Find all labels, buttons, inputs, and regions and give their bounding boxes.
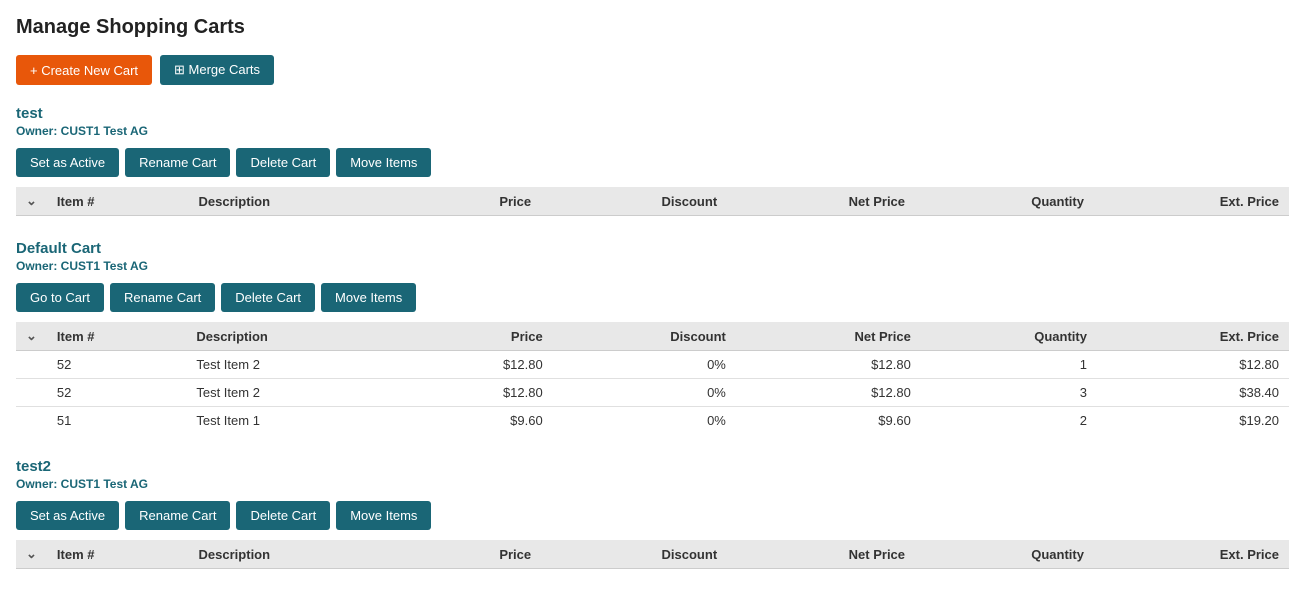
row-chevron [16, 379, 47, 407]
merge-carts-button[interactable]: ⊞ Merge Carts [160, 55, 274, 85]
cart-table-test2: ⌄Item #DescriptionPriceDiscountNet Price… [16, 540, 1289, 569]
carts-container: testOwner: CUST1 Test AGSet as ActiveRen… [16, 105, 1289, 569]
col-header-quantity: Quantity [915, 187, 1094, 216]
col-header-ext.-price: Ext. Price [1094, 187, 1289, 216]
cart-owner-default-cart: Owner: CUST1 Test AG [16, 259, 1289, 273]
cart-rename-test2[interactable]: Rename Cart [125, 501, 230, 530]
cart-table-default-cart: ⌄Item #DescriptionPriceDiscountNet Price… [16, 322, 1289, 434]
cell-discount: 0% [553, 351, 736, 379]
chevron-header: ⌄ [16, 187, 47, 216]
col-header-net-price: Net Price [736, 322, 921, 351]
cell-discount: 0% [553, 407, 736, 435]
table-row: 51Test Item 1$9.600%$9.602$19.20 [16, 407, 1289, 435]
cell-ext.-price: $38.40 [1097, 379, 1289, 407]
cart-name-default-cart: Default Cart [16, 240, 1289, 257]
col-header-description: Description [189, 540, 414, 569]
cell-price: $12.80 [408, 351, 553, 379]
row-chevron [16, 407, 47, 435]
table-row: 52Test Item 2$12.800%$12.803$38.40 [16, 379, 1289, 407]
col-header-ext.-price: Ext. Price [1097, 322, 1289, 351]
cell-net-price: $12.80 [736, 379, 921, 407]
cart-delete-test2[interactable]: Delete Cart [236, 501, 330, 530]
cell-discount: 0% [553, 379, 736, 407]
cell-quantity: 3 [921, 379, 1097, 407]
cell-net-price: $9.60 [736, 407, 921, 435]
col-header-quantity: Quantity [921, 322, 1097, 351]
cart-owner-test2: Owner: CUST1 Test AG [16, 477, 1289, 491]
col-header-price: Price [414, 187, 541, 216]
table-row: 52Test Item 2$12.800%$12.801$12.80 [16, 351, 1289, 379]
col-header-price: Price [408, 322, 553, 351]
cell-description: Test Item 2 [186, 379, 408, 407]
col-header-item-#: Item # [47, 540, 189, 569]
col-header-quantity: Quantity [915, 540, 1094, 569]
cart-owner-test: Owner: CUST1 Test AG [16, 124, 1289, 138]
chevron-header: ⌄ [16, 322, 47, 351]
cart-actions-test: Set as ActiveRename CartDelete CartMove … [16, 148, 1289, 177]
cell-ext.-price: $12.80 [1097, 351, 1289, 379]
cell-price: $9.60 [408, 407, 553, 435]
col-header-net-price: Net Price [727, 540, 915, 569]
cart-section-test: test Owner: CUST1 Test AG Set as ActiveRen… [16, 105, 1289, 216]
cell-item-#: 52 [47, 351, 186, 379]
col-header-discount: Discount [541, 540, 727, 569]
cell-quantity: 1 [921, 351, 1097, 379]
cart-delete-test[interactable]: Delete Cart [236, 148, 330, 177]
cell-description: Test Item 2 [186, 351, 408, 379]
cell-net-price: $12.80 [736, 351, 921, 379]
cart-name-test2: test2 [16, 458, 1289, 475]
create-new-cart-button[interactable]: + Create New Cart [16, 55, 152, 85]
cart-section-test2: test2 Owner: CUST1 Test AG Set as ActiveRe… [16, 458, 1289, 569]
cell-ext.-price: $19.20 [1097, 407, 1289, 435]
col-header-description: Description [189, 187, 414, 216]
cart-primary-action-test2[interactable]: Set as Active [16, 501, 119, 530]
col-header-discount: Discount [541, 187, 727, 216]
cart-move-test2[interactable]: Move Items [336, 501, 431, 530]
cell-item-#: 52 [47, 379, 186, 407]
cell-description: Test Item 1 [186, 407, 408, 435]
row-chevron [16, 351, 47, 379]
col-header-item-#: Item # [47, 187, 189, 216]
cart-actions-default-cart: Go to CartRename CartDelete CartMove Ite… [16, 283, 1289, 312]
cart-rename-default-cart[interactable]: Rename Cart [110, 283, 215, 312]
chevron-header: ⌄ [16, 540, 47, 569]
cart-section-default-cart: Default Cart Owner: CUST1 Test AG Go to Ca… [16, 240, 1289, 434]
col-header-net-price: Net Price [727, 187, 915, 216]
cart-table-test: ⌄Item #DescriptionPriceDiscountNet Price… [16, 187, 1289, 216]
cart-name-test: test [16, 105, 1289, 122]
cell-item-#: 51 [47, 407, 186, 435]
main-toolbar: + Create New Cart ⊞ Merge Carts [16, 55, 1289, 85]
col-header-ext.-price: Ext. Price [1094, 540, 1289, 569]
cart-move-default-cart[interactable]: Move Items [321, 283, 416, 312]
col-header-item-#: Item # [47, 322, 186, 351]
cell-quantity: 2 [921, 407, 1097, 435]
cart-primary-action-default-cart[interactable]: Go to Cart [16, 283, 104, 312]
cart-actions-test2: Set as ActiveRename CartDelete CartMove … [16, 501, 1289, 530]
col-header-discount: Discount [553, 322, 736, 351]
cart-primary-action-test[interactable]: Set as Active [16, 148, 119, 177]
cart-delete-default-cart[interactable]: Delete Cart [221, 283, 315, 312]
col-header-price: Price [414, 540, 541, 569]
page-title: Manage Shopping Carts [16, 16, 1289, 39]
cell-price: $12.80 [408, 379, 553, 407]
col-header-description: Description [186, 322, 408, 351]
cart-move-test[interactable]: Move Items [336, 148, 431, 177]
cart-rename-test[interactable]: Rename Cart [125, 148, 230, 177]
